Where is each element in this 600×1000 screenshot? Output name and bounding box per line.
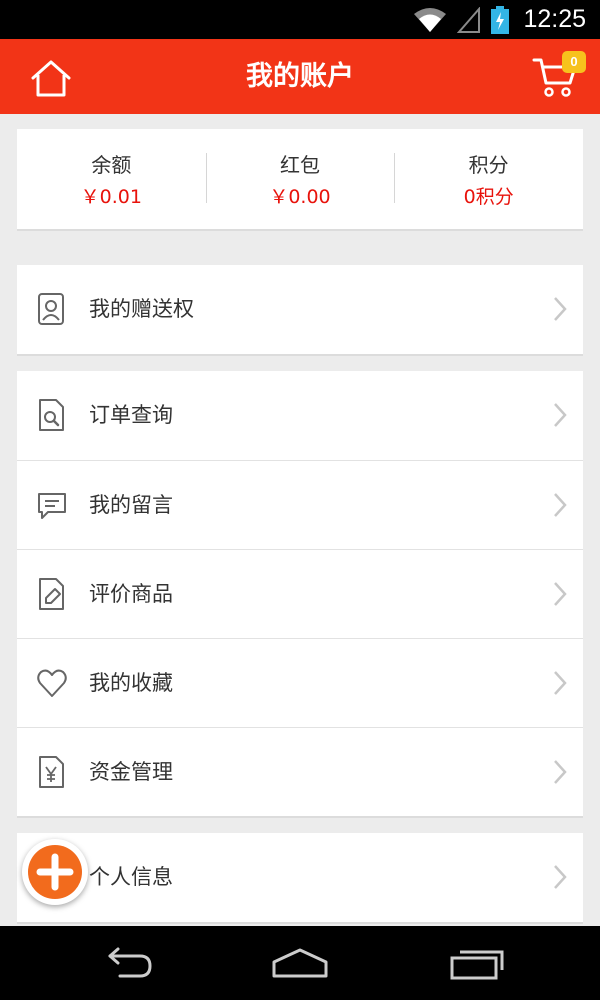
plus-icon: [36, 853, 74, 891]
balance-stat[interactable]: 余额 ￥0.01: [17, 129, 206, 229]
fund-document-icon: [39, 756, 64, 788]
menu-item-label: 订单查询: [89, 403, 173, 427]
clock: 12:25: [523, 5, 586, 33]
menu-item-label: 个人信息: [89, 865, 173, 889]
chevron-right-icon: [554, 760, 567, 784]
chevron-right-icon: [554, 493, 567, 517]
balance-label: 余额: [91, 153, 132, 177]
menu-item-my-messages[interactable]: 我的留言: [17, 460, 583, 549]
menu-item-personal-info[interactable]: 个人信息: [17, 833, 583, 922]
red-packet-stat[interactable]: 红包 ￥0.00: [205, 129, 395, 229]
app-header: 我的账户 0: [0, 39, 600, 114]
balance-value: ￥0.01: [80, 186, 142, 208]
menu-group-profile: 个人信息: [17, 833, 583, 924]
signal-icon: [457, 6, 481, 33]
wifi-icon: [414, 7, 447, 32]
review-icon: [39, 578, 64, 610]
chevron-right-icon: [554, 582, 567, 606]
menu-item-fund-management[interactable]: 资金管理: [17, 727, 583, 816]
order-search-icon: [39, 399, 64, 431]
recent-apps-icon[interactable]: [448, 944, 508, 984]
chevron-right-icon: [554, 403, 567, 427]
menu-item-label: 我的赠送权: [89, 297, 194, 321]
points-stat[interactable]: 积分 0积分: [394, 129, 583, 229]
battery-charging-icon: [491, 5, 510, 34]
menu-item-gift-rights[interactable]: 我的赠送权: [17, 265, 583, 354]
account-summary: 余额 ￥0.01 红包 ￥0.00 积分 0积分: [17, 129, 583, 231]
menu-item-review-products[interactable]: 评价商品: [17, 549, 583, 638]
menu-item-label: 评价商品: [89, 582, 173, 606]
chevron-right-icon: [554, 671, 567, 695]
menu-item-label: 我的收藏: [89, 671, 173, 695]
cart-count-badge: 0: [562, 51, 586, 73]
points-value: 0积分: [463, 186, 514, 208]
floating-add-button[interactable]: [22, 839, 88, 905]
menu-item-my-favorites[interactable]: 我的收藏: [17, 638, 583, 727]
menu-item-order-query[interactable]: 订单查询: [17, 371, 583, 460]
red-packet-label: 红包: [280, 153, 320, 177]
menu-group-gift: 我的赠送权: [17, 265, 583, 356]
system-navigation-bar: [0, 926, 600, 1000]
chevron-right-icon: [554, 297, 567, 321]
message-icon: [38, 493, 66, 519]
menu-item-label: 资金管理: [89, 760, 173, 784]
back-icon[interactable]: [96, 944, 154, 984]
menu-group-main: 订单查询 我的留言 评价商品 我的收藏 资金管理: [17, 371, 583, 818]
status-bar: 12:25: [0, 0, 600, 39]
points-label: 积分: [468, 153, 509, 177]
page-title: 我的账户: [246, 61, 354, 92]
red-packet-value: ￥0.00: [269, 186, 331, 208]
menu-item-label: 我的留言: [89, 493, 173, 517]
heart-icon: [37, 669, 67, 697]
chevron-right-icon: [554, 865, 567, 889]
home-nav-icon[interactable]: [270, 944, 330, 984]
contact-card-icon: [38, 293, 64, 325]
